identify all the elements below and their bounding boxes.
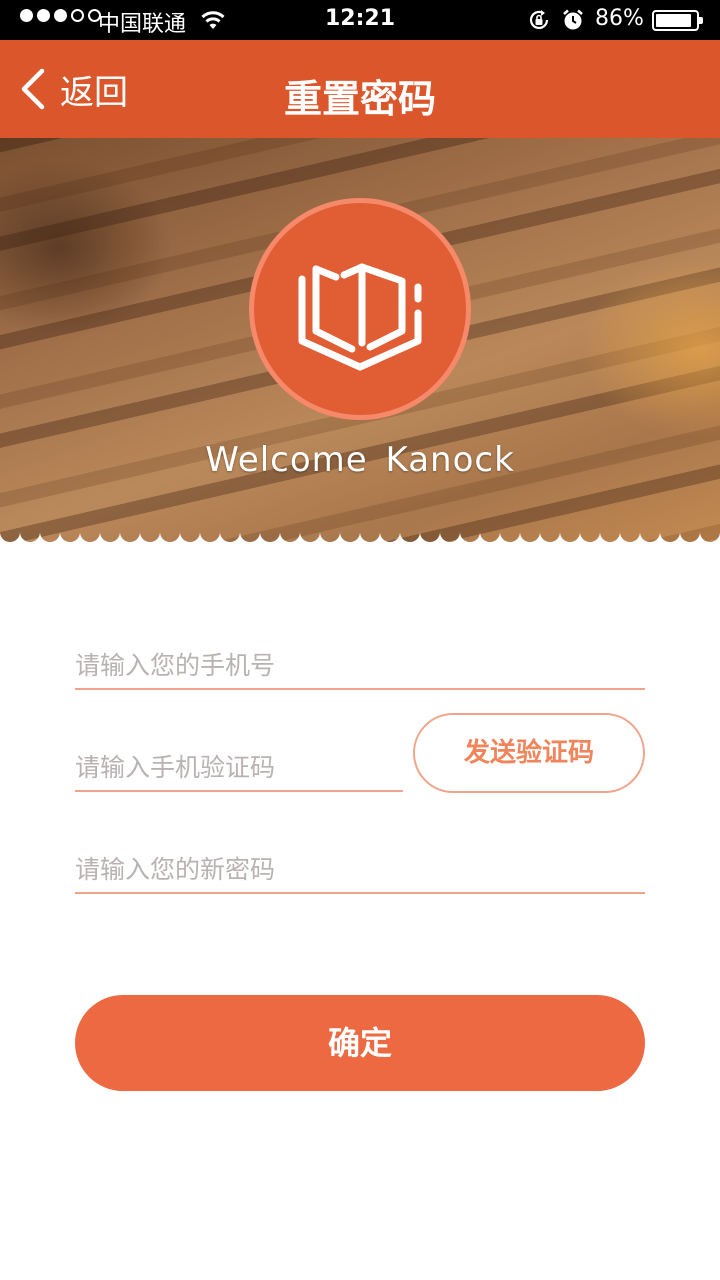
send-code-button[interactable]: 发送验证码 xyxy=(413,713,645,793)
battery-percent: 86% xyxy=(595,6,644,31)
hero-scalloped-edge xyxy=(0,532,720,544)
new-password-field xyxy=(75,840,645,894)
rotation-lock-icon xyxy=(529,10,549,29)
battery-icon xyxy=(652,10,703,31)
nav-bar: 返回 重置密码 xyxy=(0,40,720,138)
confirm-button[interactable]: 确定 xyxy=(75,995,645,1091)
phone-field xyxy=(75,636,645,690)
welcome-text: Welcome Kanock xyxy=(205,440,515,480)
open-book-icon xyxy=(298,263,422,371)
alarm-icon xyxy=(563,9,583,30)
verification-code-field xyxy=(75,738,403,792)
phone-input[interactable] xyxy=(75,636,645,688)
status-bar: 中国联通 12:21 86% xyxy=(0,0,720,40)
verification-code-input[interactable] xyxy=(75,738,403,790)
app-logo xyxy=(249,198,471,420)
page-title: 重置密码 xyxy=(283,77,436,121)
new-password-input[interactable] xyxy=(75,840,645,892)
